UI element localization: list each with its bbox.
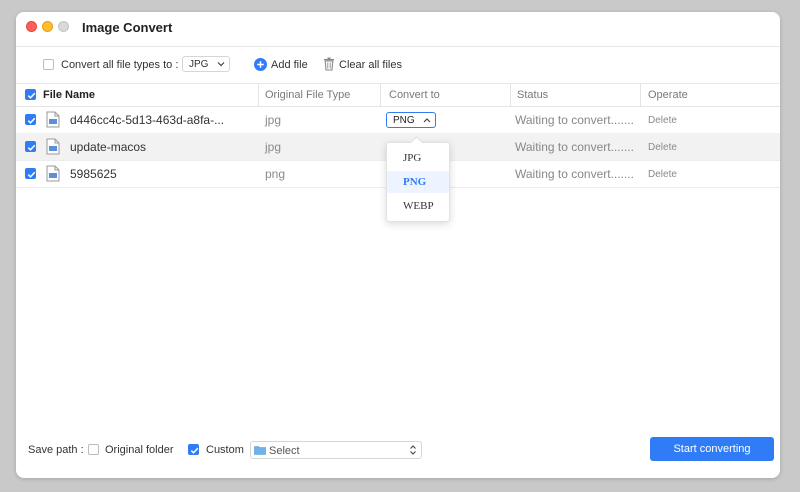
convert-all-label: Convert all file types to : [61,59,179,71]
column-divider [380,84,381,106]
header-status[interactable]: Status [517,89,548,101]
column-divider [510,84,511,106]
header-original-file-type[interactable]: Original File Type [265,89,350,101]
image-file-icon [46,138,60,155]
original-file-type: png [265,167,286,181]
dropdown-option-jpg[interactable]: JPG [387,147,449,169]
dropdown-option-webp[interactable]: WEBP [387,195,449,217]
title-bar: Image Convert [16,12,780,47]
status-text: Waiting to convert....... [515,167,634,181]
option-label: PNG [403,176,427,188]
status-text: Waiting to convert....... [515,113,634,127]
folder-select-value: Select [269,445,300,457]
app-window: Image Convert Convert all file types to … [16,12,780,478]
checkmark-icon [190,447,199,454]
custom-checkbox[interactable] [188,444,199,455]
checkmark-icon [27,171,36,178]
convert-all-checkbox[interactable] [43,59,54,70]
row-checkbox[interactable] [25,114,36,125]
image-file-icon [46,165,60,182]
delete-button[interactable]: Delete [648,115,677,126]
original-file-type: jpg [265,113,282,127]
status-text: Waiting to convert....... [515,140,634,154]
checkmark-icon [27,144,36,151]
folder-select[interactable]: Select [250,441,422,459]
chevron-down-icon [217,62,225,67]
select-all-checkbox[interactable] [25,89,36,100]
convert-to-select[interactable]: PNG [386,112,436,128]
row-checkbox[interactable] [25,168,36,179]
custom-label: Custom [206,444,244,456]
column-divider [640,84,641,106]
convert-format-dropdown: JPG PNG WEBP [386,142,450,222]
zoom-window-button[interactable] [58,21,69,32]
folder-icon [254,446,266,455]
header-file-name[interactable]: File Name [43,89,95,101]
delete-button[interactable]: Delete [648,142,677,153]
file-name: d446cc4c-5d13-463d-a8fa-... [70,113,225,127]
row-checkbox[interactable] [25,141,36,152]
checkmark-icon [27,117,36,124]
file-name: update-macos [70,140,147,154]
trash-icon[interactable] [323,57,335,71]
add-file-button[interactable]: Add file [271,59,308,71]
table-row[interactable]: d446cc4c-5d13-463d-a8fa-... jpg PNG Wait… [16,106,780,134]
minimize-window-button[interactable] [42,21,53,32]
checkmark-icon [27,92,36,99]
option-label: JPG [403,152,422,164]
original-folder-checkbox[interactable] [88,444,99,455]
delete-button[interactable]: Delete [648,169,677,180]
header-convert-to[interactable]: Convert to [389,89,440,101]
close-window-button[interactable] [26,21,37,32]
convert-all-value: JPG [189,59,209,70]
up-down-chevron-icon [410,445,416,455]
image-file-icon [46,111,60,128]
save-path-label: Save path : [28,444,84,456]
file-name: 5985625 [70,167,117,181]
header-operate[interactable]: Operate [648,89,688,101]
original-file-type: jpg [265,140,282,154]
window-title: Image Convert [82,20,173,35]
add-file-icon[interactable] [254,58,267,71]
dropdown-option-png[interactable]: PNG [387,171,449,193]
convert-all-select[interactable]: JPG [182,56,230,72]
convert-to-value: PNG [393,115,415,126]
start-converting-button[interactable]: Start converting [650,437,774,461]
chevron-up-icon [423,118,431,123]
clear-all-files-button[interactable]: Clear all files [339,59,402,71]
option-label: WEBP [403,200,434,212]
table-header: File Name Original File Type Convert to … [16,84,780,107]
toolbar: Convert all file types to : JPG Add file… [16,47,780,84]
original-folder-label: Original folder [105,444,174,456]
column-divider [258,84,259,106]
